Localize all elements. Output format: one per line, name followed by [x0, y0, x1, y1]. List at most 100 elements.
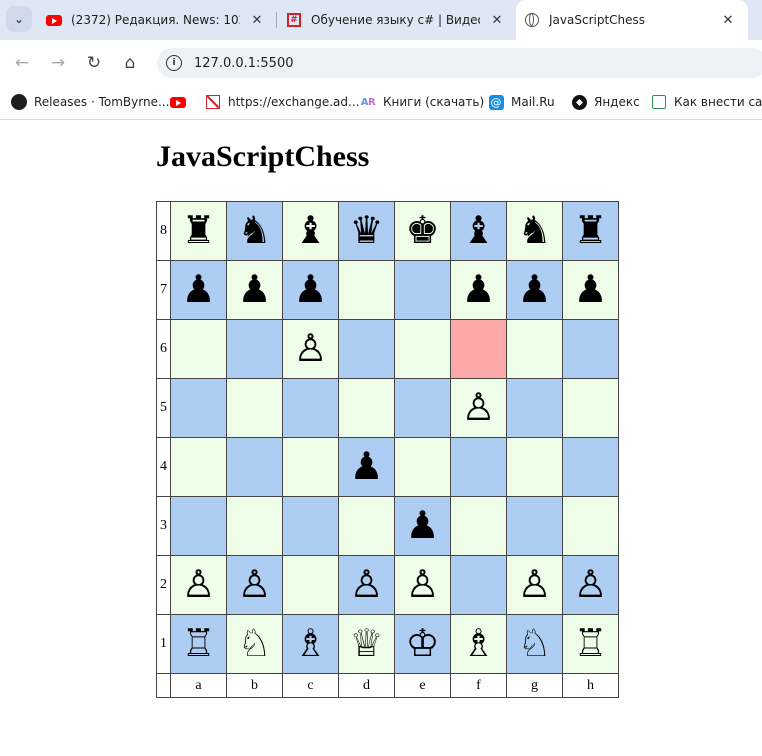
home-button[interactable]: ⌂: [117, 50, 143, 76]
rank-label: 1: [156, 614, 171, 674]
square-d5[interactable]: [338, 378, 395, 438]
board-rank-row: 1 ♖ ♘ ♗ ♕ ♔ ♗ ♘ ♖: [156, 614, 619, 674]
tab-csharp-course[interactable]: # Обучение языку c# | Видеокур ✕: [286, 0, 514, 40]
square-h6[interactable]: [562, 319, 619, 379]
reload-button[interactable]: ↻: [81, 50, 107, 76]
square-c5[interactable]: [282, 378, 339, 438]
square-b8[interactable]: ♞: [226, 201, 283, 261]
close-icon[interactable]: ✕: [248, 13, 266, 28]
square-h5[interactable]: [562, 378, 619, 438]
bookmark-add-site[interactable]: Как внести сайт: [651, 93, 762, 111]
square-c4[interactable]: [282, 437, 339, 497]
square-a1[interactable]: ♖: [170, 614, 227, 674]
bookmark-label: Mail.Ru: [511, 95, 555, 109]
file-label: f: [450, 673, 507, 698]
square-a3[interactable]: [170, 496, 227, 556]
yandex-icon: [571, 94, 587, 110]
square-f7[interactable]: ♟: [450, 260, 507, 320]
square-d8[interactable]: ♛: [338, 201, 395, 261]
board-rank-row: 4 ♟: [156, 437, 619, 497]
url-text[interactable]: 127.0.0.1:5500: [194, 56, 294, 71]
square-b5[interactable]: [226, 378, 283, 438]
square-e6[interactable]: [394, 319, 451, 379]
square-e3[interactable]: ♟: [394, 496, 451, 556]
square-f5[interactable]: ♙: [450, 378, 507, 438]
square-b1[interactable]: ♘: [226, 614, 283, 674]
square-g6[interactable]: [506, 319, 563, 379]
square-g5[interactable]: [506, 378, 563, 438]
tab-separator: [276, 12, 277, 28]
square-e1[interactable]: ♔: [394, 614, 451, 674]
square-g1[interactable]: ♘: [506, 614, 563, 674]
rank-label: 3: [156, 496, 171, 556]
square-a6[interactable]: [170, 319, 227, 379]
square-h3[interactable]: [562, 496, 619, 556]
square-e7[interactable]: [394, 260, 451, 320]
tab-youtube[interactable]: (2372) Редакция. News: 102-я ✕: [46, 0, 274, 40]
square-a4[interactable]: [170, 437, 227, 497]
square-d7[interactable]: [338, 260, 395, 320]
square-h7[interactable]: ♟: [562, 260, 619, 320]
bookmark-youtube[interactable]: [170, 93, 193, 111]
bookmark-yandex[interactable]: Яндекс: [571, 93, 640, 111]
square-e5[interactable]: [394, 378, 451, 438]
rank-label: 8: [156, 201, 171, 261]
square-h2[interactable]: ♙: [562, 555, 619, 615]
square-h8[interactable]: ♜: [562, 201, 619, 261]
address-bar[interactable]: i 127.0.0.1:5500: [157, 48, 762, 78]
square-c7[interactable]: ♟: [282, 260, 339, 320]
square-c3[interactable]: [282, 496, 339, 556]
square-c6[interactable]: ♙: [282, 319, 339, 379]
square-f2[interactable]: [450, 555, 507, 615]
file-label: a: [170, 673, 227, 698]
square-c2[interactable]: [282, 555, 339, 615]
site-info-icon[interactable]: i: [166, 55, 182, 71]
square-h1[interactable]: ♖: [562, 614, 619, 674]
square-d6[interactable]: [338, 319, 395, 379]
square-c1[interactable]: ♗: [282, 614, 339, 674]
square-b6[interactable]: [226, 319, 283, 379]
tab-javascriptchess[interactable]: JavaScriptChess ✕: [516, 0, 748, 40]
square-e4[interactable]: [394, 437, 451, 497]
square-d1[interactable]: ♕: [338, 614, 395, 674]
square-h4[interactable]: [562, 437, 619, 497]
bookmark-mailru[interactable]: @ Mail.Ru: [488, 93, 555, 111]
bookmark-books[interactable]: AR Книги (скачать): [360, 93, 484, 111]
square-a5[interactable]: [170, 378, 227, 438]
square-e8[interactable]: ♚: [394, 201, 451, 261]
bookmark-releases[interactable]: Releases · TomByrne...: [11, 93, 169, 111]
square-b3[interactable]: [226, 496, 283, 556]
tab-search-button[interactable]: ⌄: [6, 6, 32, 32]
bookmark-label: Как внести сайт: [674, 95, 762, 109]
back-button[interactable]: ←: [9, 50, 35, 76]
file-label: e: [394, 673, 451, 698]
square-g4[interactable]: [506, 437, 563, 497]
square-a7[interactable]: ♟: [170, 260, 227, 320]
square-d2[interactable]: ♙: [338, 555, 395, 615]
square-g7[interactable]: ♟: [506, 260, 563, 320]
square-b2[interactable]: ♙: [226, 555, 283, 615]
bookmark-exchange[interactable]: https://exchange.ad...: [205, 93, 359, 111]
square-f3[interactable]: [450, 496, 507, 556]
square-f6[interactable]: [450, 319, 507, 379]
square-a8[interactable]: ♜: [170, 201, 227, 261]
square-a2[interactable]: ♙: [170, 555, 227, 615]
toolbar: ← → ↻ ⌂ i 127.0.0.1:5500: [0, 40, 762, 85]
square-d3[interactable]: [338, 496, 395, 556]
file-label: b: [226, 673, 283, 698]
square-e2[interactable]: ♙: [394, 555, 451, 615]
square-d4[interactable]: ♟: [338, 437, 395, 497]
close-icon[interactable]: ✕: [488, 13, 506, 28]
bookmarks-bar: Releases · TomByrne... https://exchange.…: [0, 85, 762, 120]
square-b7[interactable]: ♟: [226, 260, 283, 320]
close-icon[interactable]: ✕: [719, 13, 737, 28]
square-f1[interactable]: ♗: [450, 614, 507, 674]
square-c8[interactable]: ♝: [282, 201, 339, 261]
square-f4[interactable]: [450, 437, 507, 497]
square-g3[interactable]: [506, 496, 563, 556]
forward-button[interactable]: →: [45, 50, 71, 76]
square-f8[interactable]: ♝: [450, 201, 507, 261]
square-b4[interactable]: [226, 437, 283, 497]
square-g8[interactable]: ♞: [506, 201, 563, 261]
square-g2[interactable]: ♙: [506, 555, 563, 615]
